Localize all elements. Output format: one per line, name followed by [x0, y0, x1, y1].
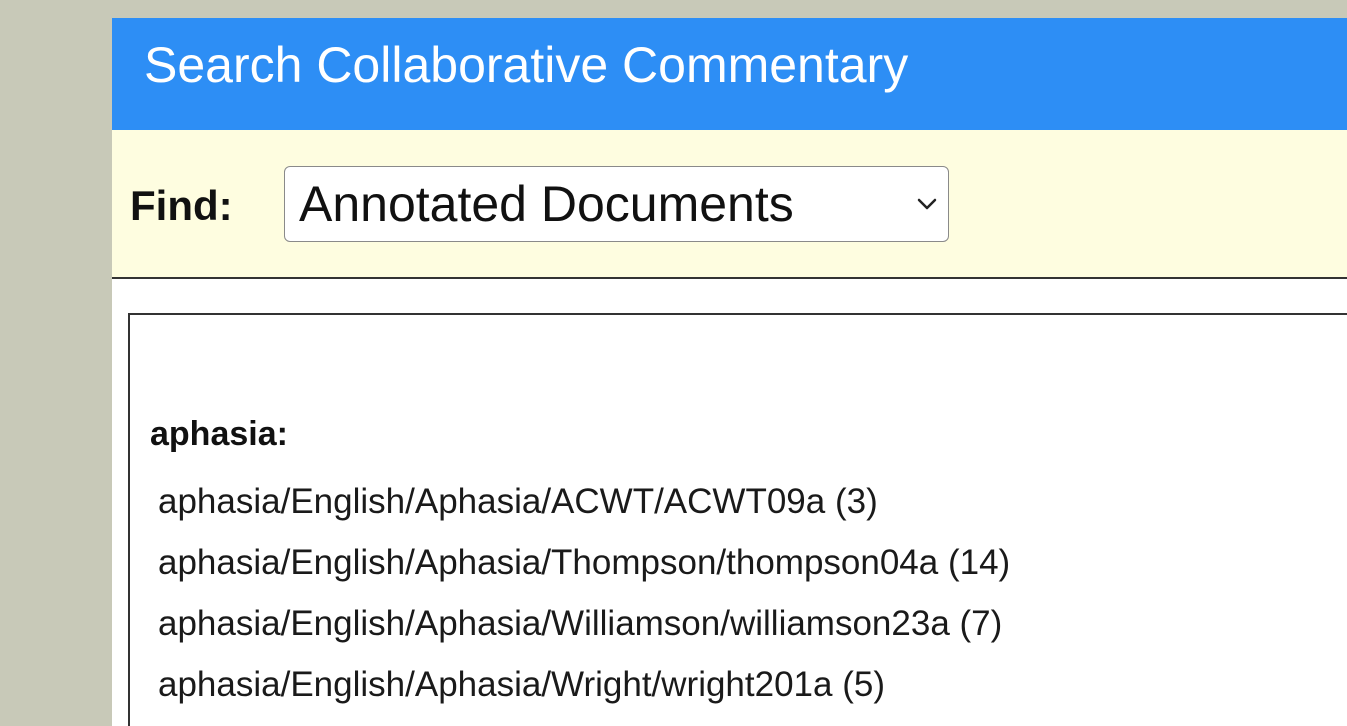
chevron-down-icon — [916, 167, 938, 269]
find-select[interactable]: Annotated Documents — [284, 166, 949, 242]
search-panel: Search Collaborative Commentary Find: An… — [112, 18, 1347, 726]
results-box: aphasia: aphasia/English/Aphasia/ACWT/AC… — [128, 313, 1347, 726]
find-label: Find: — [130, 182, 233, 229]
page-title: Search Collaborative Commentary — [112, 18, 1347, 130]
result-link[interactable]: aphasia/English/Aphasia/ACWT/ACWT09a (3) — [158, 471, 1010, 532]
result-list: aphasia/English/Aphasia/ACWT/ACWT09a (3)… — [158, 471, 1010, 715]
find-select-value: Annotated Documents — [299, 176, 794, 232]
result-link[interactable]: aphasia/English/Aphasia/Thompson/thompso… — [158, 532, 1010, 593]
result-link[interactable]: aphasia/English/Aphasia/Wright/wright201… — [158, 654, 1010, 715]
result-link[interactable]: aphasia/English/Aphasia/Williamson/willi… — [158, 593, 1010, 654]
find-bar: Find: Annotated Documents — [112, 130, 1347, 279]
result-group-title: aphasia: — [150, 415, 288, 453]
